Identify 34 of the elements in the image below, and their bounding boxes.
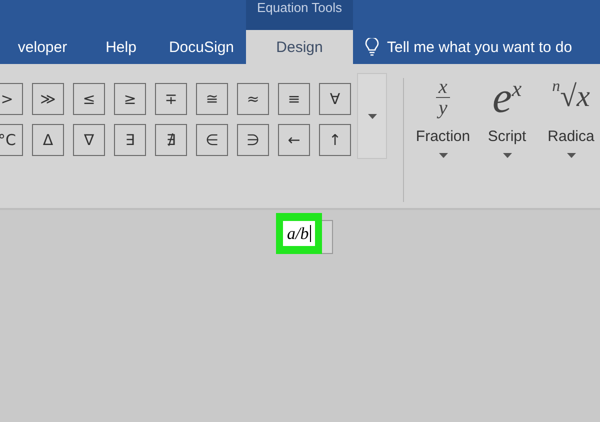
- tell-me-search[interactable]: Tell me what you want to do: [387, 38, 572, 56]
- ribbon-tab[interactable]: Design: [246, 30, 353, 64]
- symbol-button[interactable]: ∀: [319, 83, 351, 115]
- symbol-button[interactable]: ∇: [73, 124, 105, 156]
- equation-handle[interactable]: [322, 220, 333, 254]
- ribbon-tab[interactable]: DocuSign: [157, 30, 246, 64]
- symbol-button[interactable]: ↑: [319, 124, 351, 156]
- symbol-button[interactable]: >: [0, 83, 23, 115]
- symbol-button[interactable]: ∓: [155, 83, 187, 115]
- caret-icon: [502, 153, 512, 158]
- symbol-button[interactable]: ≅: [196, 83, 228, 115]
- symbol-button[interactable]: ≫: [32, 83, 64, 115]
- lightbulb-icon: [365, 38, 379, 56]
- caret-icon: [368, 114, 377, 118]
- caret-icon: [438, 153, 448, 158]
- symbol-button[interactable]: ∈: [196, 124, 228, 156]
- structure-label[interactable]: Fraction: [416, 128, 470, 145]
- gallery-more-button[interactable]: [357, 73, 388, 159]
- ribbon-tab[interactable]: veloper: [0, 30, 85, 64]
- symbol-button[interactable]: Δ: [32, 124, 64, 156]
- symbol-button[interactable]: ≥: [114, 83, 146, 115]
- context-tab-title: Equation Tools: [246, 0, 353, 30]
- structure-label[interactable]: Radica: [548, 128, 594, 145]
- ribbon-tab[interactable]: Help: [85, 30, 157, 64]
- symbol-button[interactable]: ≤: [73, 83, 105, 115]
- structure-label[interactable]: Script: [488, 128, 526, 145]
- symbol-button[interactable]: ∃: [114, 124, 146, 156]
- caret-icon: [566, 153, 576, 158]
- symbol-button[interactable]: ∋: [237, 124, 269, 156]
- symbol-button[interactable]: ←: [278, 124, 310, 156]
- equation-field[interactable]: a/b: [283, 221, 315, 246]
- symbol-button[interactable]: ≡: [278, 83, 310, 115]
- symbol-button[interactable]: ∄: [155, 124, 187, 156]
- symbol-button[interactable]: ≈: [237, 83, 269, 115]
